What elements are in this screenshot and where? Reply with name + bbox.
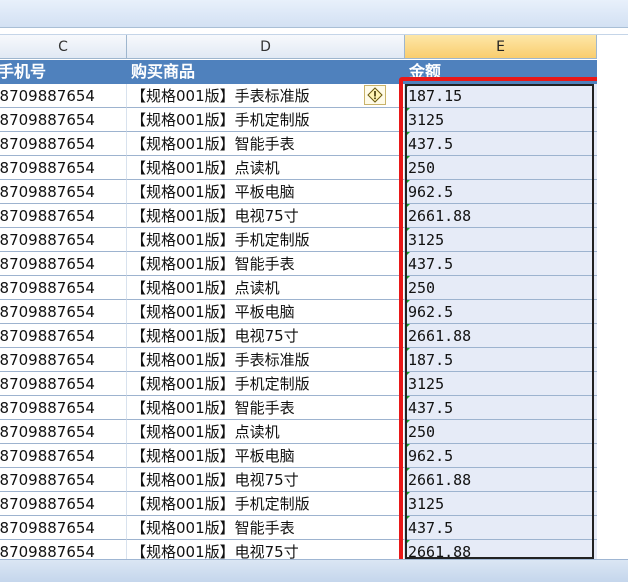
table-row: 18709887654 【规格001版】电视75寸 2661.88 (0, 468, 597, 492)
product-cell[interactable]: 【规格001版】电视75寸 (127, 468, 405, 492)
phone-cell[interactable]: 18709887654 (0, 132, 127, 156)
product-cell[interactable]: 【规格001版】点读机 (127, 420, 405, 444)
table-row: 18709887654 【规格001版】智能手表 437.5 (0, 132, 597, 156)
phone-cell[interactable]: 18709887654 (0, 84, 127, 108)
product-cell[interactable]: 【规格001版】手机定制版 (127, 108, 405, 132)
empty-column-area (597, 35, 628, 559)
phone-cell[interactable]: 18709887654 (0, 540, 127, 559)
product-cell[interactable]: 【规格001版】电视75寸 (127, 540, 405, 559)
phone-cell[interactable]: 18709887654 (0, 420, 127, 444)
product-cell[interactable]: 【规格001版】点读机 (127, 276, 405, 300)
table-row: 18709887654 【规格001版】电视75寸 2661.88 (0, 540, 597, 559)
table-row: 18709887654 【规格001版】手表标准版 187.15 (0, 84, 597, 108)
phone-cell[interactable]: 18709887654 (0, 516, 127, 540)
product-cell[interactable]: 【规格001版】智能手表 (127, 516, 405, 540)
amount-cell[interactable]: 3125 (405, 228, 597, 252)
header-phone[interactable]: 手机号 (0, 60, 46, 84)
amount-cell[interactable]: 3125 (405, 372, 597, 396)
amount-cell[interactable]: 437.5 (405, 252, 597, 276)
table-row: 18709887654 【规格001版】智能手表 437.5 (0, 396, 597, 420)
table-row: 18709887654 【规格001版】手机定制版 3125 (0, 108, 597, 132)
product-cell[interactable]: 【规格001版】手机定制版 (127, 228, 405, 252)
phone-cell[interactable]: 18709887654 (0, 204, 127, 228)
amount-cell[interactable]: 2661.88 (405, 324, 597, 348)
ribbon-bar (0, 0, 628, 28)
table-row: 18709887654 【规格001版】手机定制版 3125 (0, 372, 597, 396)
product-cell[interactable]: 【规格001版】电视75寸 (127, 204, 405, 228)
header-product[interactable]: 购买商品 (131, 60, 195, 84)
phone-cell[interactable]: 18709887654 (0, 444, 127, 468)
product-cell[interactable]: 【规格001版】平板电脑 (127, 444, 405, 468)
phone-cell[interactable]: 18709887654 (0, 300, 127, 324)
product-cell[interactable]: 【规格001版】平板电脑 (127, 180, 405, 204)
product-cell[interactable]: 【规格001版】点读机 (127, 156, 405, 180)
table-row: 18709887654 【规格001版】平板电脑 962.5 (0, 444, 597, 468)
phone-cell[interactable]: 18709887654 (0, 348, 127, 372)
column-header-c[interactable]: C (0, 35, 127, 59)
warning-diamond-icon (367, 87, 383, 103)
amount-cell[interactable]: 962.5 (405, 444, 597, 468)
phone-cell[interactable]: 18709887654 (0, 372, 127, 396)
table-row: 18709887654 【规格001版】智能手表 437.5 (0, 252, 597, 276)
table-row: 18709887654 【规格001版】点读机 250 (0, 156, 597, 180)
column-header-d[interactable]: D (127, 35, 405, 59)
amount-cell[interactable]: 437.5 (405, 516, 597, 540)
table-row: 18709887654 【规格001版】点读机 250 (0, 420, 597, 444)
amount-cell[interactable]: 187.5 (405, 348, 597, 372)
amount-cell[interactable]: 3125 (405, 108, 597, 132)
amount-cell[interactable]: 437.5 (405, 132, 597, 156)
product-cell[interactable]: 【规格001版】手表标准版 (127, 348, 405, 372)
table-row: 18709887654 【规格001版】手机定制版 3125 (0, 492, 597, 516)
formula-bar (0, 28, 628, 35)
amount-cell[interactable]: 250 (405, 420, 597, 444)
table-row: 18709887654 【规格001版】平板电脑 962.5 (0, 180, 597, 204)
product-cell[interactable]: 【规格001版】手机定制版 (127, 492, 405, 516)
amount-cell[interactable]: 2661.88 (405, 540, 597, 559)
table-row: 18709887654 【规格001版】手机定制版 3125 (0, 228, 597, 252)
product-cell[interactable]: 【规格001版】手机定制版 (127, 372, 405, 396)
table-row: 18709887654 【规格001版】点读机 250 (0, 276, 597, 300)
product-cell[interactable]: 【规格001版】平板电脑 (127, 300, 405, 324)
amount-cell[interactable]: 3125 (405, 492, 597, 516)
phone-cell[interactable]: 18709887654 (0, 324, 127, 348)
table-row: 18709887654 【规格001版】智能手表 437.5 (0, 516, 597, 540)
amount-cell[interactable]: 250 (405, 276, 597, 300)
table-header-row (0, 60, 597, 84)
amount-cell[interactable]: 962.5 (405, 180, 597, 204)
phone-cell[interactable]: 18709887654 (0, 156, 127, 180)
column-header-e[interactable]: E (405, 35, 597, 59)
table-row: 18709887654 【规格001版】手表标准版 187.5 (0, 348, 597, 372)
product-cell[interactable]: 【规格001版】智能手表 (127, 252, 405, 276)
product-cell[interactable]: 【规格001版】电视75寸 (127, 324, 405, 348)
phone-cell[interactable]: 18709887654 (0, 252, 127, 276)
amount-cell[interactable]: 2661.88 (405, 204, 597, 228)
product-cell[interactable]: 【规格001版】智能手表 (127, 132, 405, 156)
phone-cell[interactable]: 18709887654 (0, 492, 127, 516)
amount-cell[interactable]: 2661.88 (405, 468, 597, 492)
amount-cell[interactable]: 962.5 (405, 300, 597, 324)
amount-cell[interactable]: 187.15 (405, 84, 597, 108)
phone-cell[interactable]: 18709887654 (0, 180, 127, 204)
product-cell[interactable]: 【规格001版】智能手表 (127, 396, 405, 420)
table-row: 18709887654 【规格001版】电视75寸 2661.88 (0, 324, 597, 348)
header-amount[interactable]: 金额 (409, 60, 441, 84)
table-row: 18709887654 【规格001版】电视75寸 2661.88 (0, 204, 597, 228)
status-bar (0, 559, 628, 582)
phone-cell[interactable]: 18709887654 (0, 468, 127, 492)
phone-cell[interactable]: 18709887654 (0, 228, 127, 252)
phone-cell[interactable]: 18709887654 (0, 276, 127, 300)
sheet-grid: 18709887654 【规格001版】手表标准版 187.15 1870988765… (0, 84, 628, 559)
amount-cell[interactable]: 437.5 (405, 396, 597, 420)
table-row: 18709887654 【规格001版】平板电脑 962.5 (0, 300, 597, 324)
phone-cell[interactable]: 18709887654 (0, 396, 127, 420)
error-check-button[interactable] (364, 85, 386, 105)
amount-cell[interactable]: 250 (405, 156, 597, 180)
phone-cell[interactable]: 18709887654 (0, 108, 127, 132)
